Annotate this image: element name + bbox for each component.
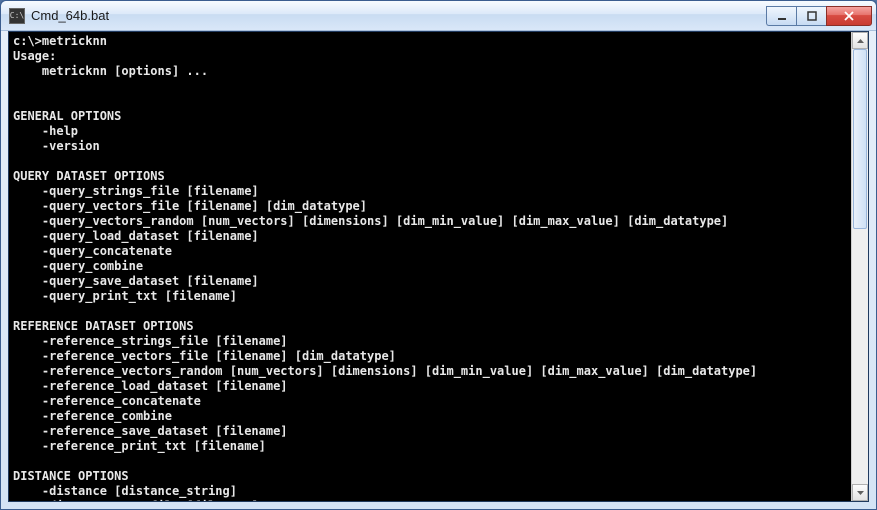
window-title: Cmd_64b.bat: [31, 8, 766, 23]
scroll-down-button[interactable]: [852, 484, 868, 501]
maximize-icon: [807, 11, 817, 21]
console-output[interactable]: c:\>metricknn Usage: metricknn [options]…: [9, 32, 851, 501]
chevron-down-icon: [857, 491, 864, 495]
scrollbar-thumb[interactable]: [853, 49, 867, 229]
cmd-icon: C:\: [9, 8, 25, 24]
scrollbar-track[interactable]: [852, 49, 868, 484]
client-area: c:\>metricknn Usage: metricknn [options]…: [8, 31, 869, 502]
vertical-scrollbar[interactable]: [851, 32, 868, 501]
close-button[interactable]: [826, 6, 872, 26]
maximize-button[interactable]: [796, 6, 826, 26]
close-icon: [843, 11, 855, 21]
app-window: C:\ Cmd_64b.bat c:\>metricknn Usage: met…: [0, 0, 877, 510]
window-controls: [766, 6, 872, 26]
chevron-up-icon: [857, 39, 864, 43]
titlebar[interactable]: C:\ Cmd_64b.bat: [1, 1, 876, 31]
minimize-icon: [777, 11, 787, 21]
minimize-button[interactable]: [766, 6, 796, 26]
scroll-up-button[interactable]: [852, 32, 868, 49]
